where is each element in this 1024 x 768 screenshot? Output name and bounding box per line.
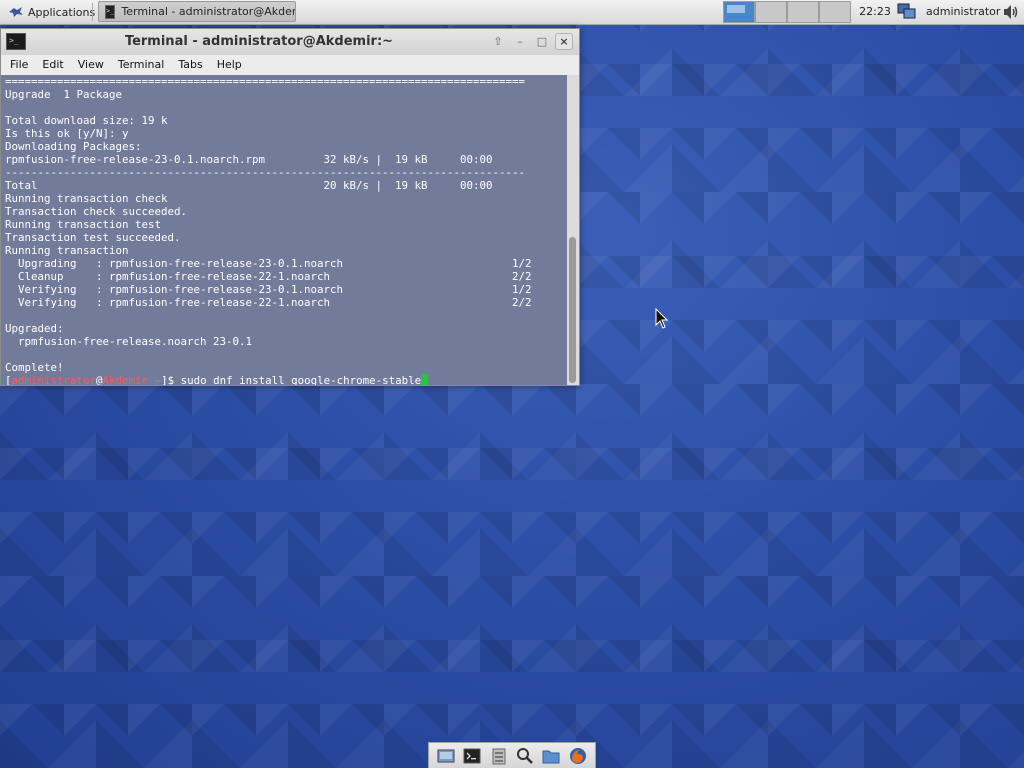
workspace-4[interactable] bbox=[819, 1, 851, 23]
terminal-line: Verifying : rpmfusion-free-release-22-1.… bbox=[5, 296, 532, 309]
terminal-line: rpmfusion-free-release.noarch 23-0.1 bbox=[5, 335, 253, 348]
terminal-icon: >_ bbox=[105, 4, 116, 19]
workspace-switcher[interactable] bbox=[723, 1, 851, 23]
prompt-user: administrator bbox=[11, 374, 97, 385]
terminal-line: Transaction test succeeded. bbox=[5, 231, 181, 244]
menu-file[interactable]: File bbox=[5, 55, 33, 75]
terminal-line: Total download size: 19 k bbox=[5, 114, 168, 127]
bottom-dock bbox=[428, 742, 596, 768]
terminal-icon[interactable] bbox=[462, 746, 482, 766]
volume-icon[interactable] bbox=[1002, 4, 1020, 20]
network-icon[interactable] bbox=[897, 3, 917, 21]
terminal-output[interactable]: ========================================… bbox=[1, 75, 567, 385]
terminal-line: ----------------------------------------… bbox=[5, 166, 526, 179]
terminal-line: Running transaction test bbox=[5, 218, 162, 231]
terminal-line: ========================================… bbox=[5, 75, 526, 88]
menu-terminal[interactable]: Terminal bbox=[113, 55, 170, 75]
user-menu[interactable]: administrator bbox=[926, 0, 1000, 24]
scrollbar-thumb[interactable] bbox=[569, 237, 576, 383]
terminal-line: Verifying : rpmfusion-free-release-23-0.… bbox=[5, 283, 532, 296]
terminal-line: Complete! bbox=[5, 361, 64, 374]
terminal-menubar: File Edit View Terminal Tabs Help bbox=[1, 55, 579, 75]
search-icon[interactable] bbox=[515, 746, 535, 766]
panel-separator bbox=[92, 3, 93, 21]
terminal-scrollbar[interactable] bbox=[567, 75, 579, 385]
prompt-close: ]$ bbox=[161, 374, 181, 385]
taskbar-terminal-button[interactable]: >_ Terminal - administrator@Akdem... bbox=[98, 1, 296, 22]
xfce-mouse-icon bbox=[8, 4, 24, 20]
taskbar-terminal-title: Terminal - administrator@Akdem... bbox=[121, 5, 296, 18]
file-manager-icon[interactable] bbox=[489, 746, 509, 766]
keep-above-icon[interactable]: ⇧ bbox=[489, 33, 507, 50]
close-icon[interactable]: × bbox=[555, 33, 573, 50]
prompt-host: Akdemir bbox=[102, 374, 149, 385]
terminal-cursor bbox=[421, 374, 429, 385]
menu-edit[interactable]: Edit bbox=[37, 55, 68, 75]
firefox-icon[interactable] bbox=[568, 746, 588, 766]
terminal-title: Terminal - administrator@Akdemir:~ bbox=[124, 34, 394, 49]
terminal-line: Running transaction check bbox=[5, 192, 168, 205]
terminal-text: ========================================… bbox=[1, 75, 567, 374]
show-desktop-icon[interactable] bbox=[436, 746, 456, 766]
terminal-line: Transaction check succeeded. bbox=[5, 205, 188, 218]
applications-label: Applications bbox=[28, 5, 96, 19]
folder-icon[interactable] bbox=[541, 746, 561, 766]
terminal-window[interactable]: >_ Terminal - administrator@Akdemir:~ ⇧ … bbox=[0, 28, 580, 386]
terminal-line: Is this ok [y/N]: y bbox=[5, 127, 129, 140]
terminal-line: rpmfusion-free-release-23-0.1.noarch.rpm… bbox=[5, 153, 493, 166]
clock[interactable]: 22:23 bbox=[856, 0, 894, 24]
workspace-3[interactable] bbox=[787, 1, 819, 23]
applications-menu-button[interactable]: Applications bbox=[4, 2, 99, 22]
mouse-pointer-icon bbox=[655, 307, 669, 330]
terminal-line: Upgrading : rpmfusion-free-release-23-0.… bbox=[5, 257, 532, 270]
typed-command: sudo dnf install google-chrome-stable bbox=[180, 374, 422, 385]
prompt-path: ~ bbox=[148, 374, 162, 385]
prompt-line[interactable]: [administrator@Akdemir ~]$ sudo dnf inst… bbox=[5, 374, 567, 385]
minimize-icon[interactable]: – bbox=[511, 33, 529, 50]
terminal-line: Upgraded: bbox=[5, 322, 64, 335]
menu-help[interactable]: Help bbox=[212, 55, 247, 75]
menu-view[interactable]: View bbox=[73, 55, 109, 75]
menu-tabs[interactable]: Tabs bbox=[173, 55, 207, 75]
workspace-2[interactable] bbox=[755, 1, 787, 23]
terminal-line: Total 20 kB/s | 19 kB 00:00 bbox=[5, 179, 493, 192]
workspace-1[interactable] bbox=[723, 1, 755, 23]
top-panel: Applications >_ Terminal - administrator… bbox=[0, 0, 1024, 25]
terminal-line: Running transaction bbox=[5, 244, 129, 257]
terminal-line: Cleanup : rpmfusion-free-release-22-1.no… bbox=[5, 270, 532, 283]
terminal-line: Upgrade 1 Package bbox=[5, 88, 123, 101]
terminal-titlebar[interactable]: >_ Terminal - administrator@Akdemir:~ ⇧ … bbox=[1, 29, 579, 55]
maximize-icon[interactable]: □ bbox=[533, 33, 551, 50]
terminal-line: Downloading Packages: bbox=[5, 140, 142, 153]
